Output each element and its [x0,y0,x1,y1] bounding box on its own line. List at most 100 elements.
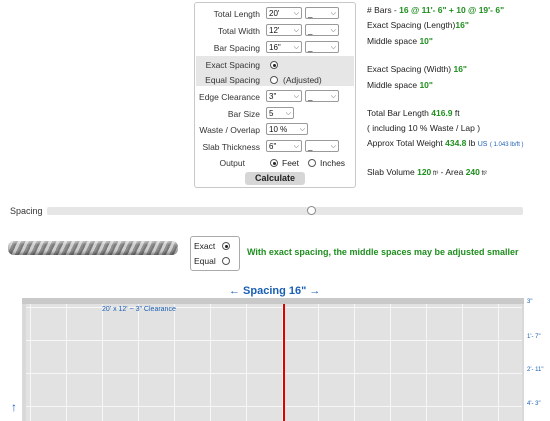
total-width-label: Total Width [217,26,260,36]
rebar-grid [26,304,522,421]
up-arrow-icon: ↑ [11,400,17,414]
calculator-form: Total Length 20' ⌵ _ ⌵ Total Width 12' ⌵ _ ⌵… [194,2,356,188]
spacing-slider-track[interactable] [47,207,523,215]
chevron-down-icon: ⌵ [299,126,305,133]
output-label: Output [219,158,245,168]
rebar-line-vertical [462,304,463,421]
ruler-label: 2'- 11" [527,367,544,373]
chevron-down-icon: ⌵ [293,143,299,150]
bars-result: # Bars - 16 @ 11'- 6" + 10 @ 19'- 6" [367,5,505,15]
slab-dimensions-caption: 20' x 12' ~ 3" Clearance [102,306,176,313]
output-inches-label: Inches [320,158,346,168]
waste-row: Waste / Overlap 10 % ⌵ [195,123,355,137]
exact-spacing-length-result: Exact Spacing (Length)16" [367,20,469,30]
total-length-label: Total Length [213,9,260,19]
equal-spacing-label: Equal Spacing [205,75,260,85]
ruler-label: 1'- 7" [527,334,541,340]
chevron-down-icon: ⌵ [285,110,291,117]
total-bar-length-result: Total Bar Length 416.9 ft [367,108,460,118]
edge-clearance-feet-select[interactable]: 3" ⌵ [266,90,302,102]
rebar-line-vertical [210,304,211,421]
exact-spacing-label: Exact Spacing [205,60,260,70]
ruler-label: 4'- 3" [527,401,541,407]
chevron-down-icon: ⌵ [330,44,336,51]
spacing-slider-label: Spacing [10,206,43,216]
edge-clearance-inches-select[interactable]: _ ⌵ [305,90,339,102]
equal-spacing-row: Equal Spacing (Adjusted) [195,73,355,87]
rebar-line-vertical [318,304,319,421]
chevron-down-icon: ⌵ [293,93,299,100]
rebar-line-vertical [138,304,139,421]
rebar-line-vertical [30,304,31,421]
slab-thickness-feet-select[interactable]: 6" ⌵ [266,140,302,152]
bar-size-row: Bar Size 5 ⌵ [195,107,355,121]
highlighted-bar [283,304,285,421]
rebar-line-vertical [354,304,355,421]
exact-spacing-row: Exact Spacing [195,58,355,72]
chevron-down-icon: ⌵ [293,44,299,51]
bar-size-select[interactable]: 5 ⌵ [266,107,294,119]
total-width-feet-select[interactable]: 12' ⌵ [266,24,302,36]
calculate-button[interactable]: Calculate [245,172,305,185]
slab-thickness-inches-select[interactable]: _ ⌵ [305,140,339,152]
including-waste-note: ( including 10 % Waste / Lap ) [367,123,481,133]
adjusted-note: (Adjusted) [283,75,322,85]
chevron-down-icon: ⌵ [330,27,336,34]
rebar-line-horizontal [26,406,522,407]
waste-select[interactable]: 10 % ⌵ [266,123,308,135]
slab-thickness-row: Slab Thickness 6" ⌵ _ ⌵ [195,140,355,154]
chevron-down-icon: ⌵ [330,143,336,150]
output-inches-radio[interactable] [308,159,316,167]
rebar-line-horizontal [26,373,522,374]
rebar-line-vertical [66,304,67,421]
rebar-line-horizontal [26,340,522,341]
total-length-row: Total Length 20' ⌵ _ ⌵ [195,7,355,21]
total-length-feet-select[interactable]: 20' ⌵ [266,7,302,19]
bar-size-label: Bar Size [227,109,260,119]
rebar-line-horizontal [26,307,522,308]
drawing-spacing-header: ← Spacing 16" → [229,285,321,297]
equal-spacing-radio[interactable] [270,76,278,84]
spacing-mode-toggle: Exact Equal [190,236,240,271]
bar-spacing-label: Bar Spacing [213,43,260,53]
rebar-image [8,241,178,255]
exact-spacing-width-result: Exact Spacing (Width) 16" [367,64,467,74]
chevron-down-icon: ⌵ [293,27,299,34]
equal-option-label: Equal [194,256,216,266]
output-row: Output Feet Inches [195,156,355,170]
spacing-note: With exact spacing, the middle spaces ma… [247,247,519,257]
slab-volume-result: Slab Volume 120 ft³ - Area 240 ft² [367,167,487,177]
total-width-row: Total Width 12' ⌵ _ ⌵ [195,24,355,38]
equal-option-radio[interactable] [222,257,230,265]
exact-spacing-radio[interactable] [270,61,278,69]
chevron-down-icon: ⌵ [330,93,336,100]
ruler-label: 3" [527,299,533,305]
middle-space-length-result: Middle space 10" [367,36,433,46]
exact-option-radio[interactable] [222,242,230,250]
waste-label: Waste / Overlap [199,125,260,135]
rebar-line-vertical [390,304,391,421]
bar-spacing-inches-select[interactable]: _ ⌵ [305,41,339,53]
bar-spacing-feet-select[interactable]: 16" ⌵ [266,41,302,53]
chevron-down-icon: ⌵ [330,10,336,17]
slab-drawing [22,298,524,421]
total-width-inches-select[interactable]: _ ⌵ [305,24,339,36]
slab-thickness-label: Slab Thickness [202,142,260,152]
total-weight-result: Approx Total Weight 434.8 lb US ( 1.043 … [367,138,524,148]
output-feet-label: Feet [282,158,300,168]
edge-clearance-label: Edge Clearance [199,92,260,102]
bar-spacing-row: Bar Spacing 16" ⌵ _ ⌵ [195,41,355,55]
weight-us-link[interactable]: US [478,141,488,148]
exact-option-label: Exact [194,241,216,251]
rebar-line-vertical [174,304,175,421]
rebar-line-vertical [498,304,499,421]
chevron-down-icon: ⌵ [293,10,299,17]
rebar-line-vertical [426,304,427,421]
total-length-inches-select[interactable]: _ ⌵ [305,7,339,19]
edge-clearance-row: Edge Clearance 3" ⌵ _ ⌵ [195,90,355,104]
rebar-line-vertical [246,304,247,421]
output-feet-radio[interactable] [270,159,278,167]
spacing-slider-thumb[interactable] [307,206,316,215]
middle-space-width-result: Middle space 10" [367,80,433,90]
rebar-line-vertical [102,304,103,421]
